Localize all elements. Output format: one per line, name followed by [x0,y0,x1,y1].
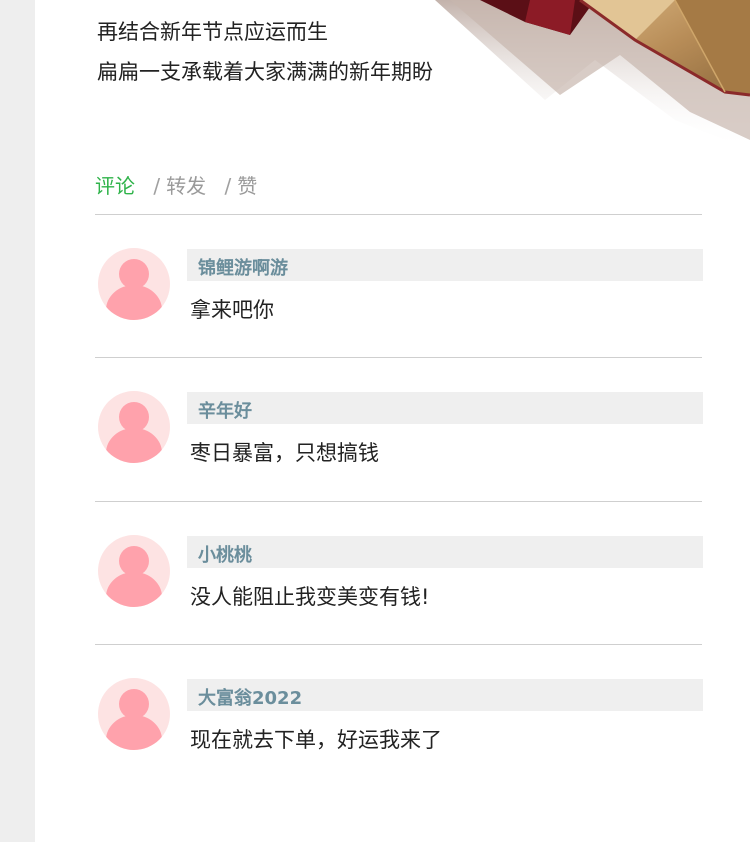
username-bar: 大富翁2022 [187,679,703,711]
comment-text: 枣日暴富，只想搞钱 [190,441,379,465]
default-user-avatar-icon[interactable] [98,535,170,607]
default-user-avatar-icon[interactable] [98,678,170,750]
intro-text: 再结合新年节点应运而生 扁扁一支承载着大家满满的新年期盼 [97,12,433,92]
comment-tabs: 评论 / 转发 / 赞 [95,170,257,199]
comment-text: 拿来吧你 [190,298,274,322]
divider [95,357,702,358]
avatar-body [106,572,162,607]
avatar-body [106,428,162,463]
username-bar: 锦鲤游啊游 [187,249,703,281]
tab-likes[interactable]: 赞 [237,174,257,198]
default-user-avatar-icon[interactable] [98,391,170,463]
tab-reposts[interactable]: 转发 [166,174,206,198]
username-bar: 辛年好 [187,392,703,424]
username[interactable]: 锦鲤游啊游 [198,254,288,280]
default-user-avatar-icon[interactable] [98,248,170,320]
avatar-body [106,285,162,320]
username[interactable]: 小桃桃 [198,541,252,567]
comment-item: 小桃桃 没人能阻止我变美变有钱! [95,535,703,615]
intro-line: 再结合新年节点应运而生 [97,20,328,44]
page-content: 再结合新年节点应运而生 扁扁一支承载着大家满满的新年期盼 评论 / 转发 / 赞 锦… [35,0,750,842]
comment-text: 现在就去下单，好运我来了 [190,728,442,752]
comment-text: 没人能阻止我变美变有钱! [190,585,430,609]
intro-line: 扁扁一支承载着大家满满的新年期盼 [97,60,433,84]
comment-item: 大富翁2022 现在就去下单，好运我来了 [95,678,703,758]
divider [95,644,702,645]
comment-item: 辛年好 枣日暴富，只想搞钱 [95,391,703,471]
comment-item: 锦鲤游啊游 拿来吧你 [95,248,703,328]
tab-separator: / [153,174,161,198]
username-bar: 小桃桃 [187,536,703,568]
username[interactable]: 辛年好 [198,397,252,423]
divider [95,214,702,215]
tab-comments[interactable]: 评论 [95,174,135,198]
divider [95,501,702,502]
avatar-body [106,715,162,750]
username[interactable]: 大富翁2022 [198,684,302,710]
tab-separator: / [224,174,232,198]
